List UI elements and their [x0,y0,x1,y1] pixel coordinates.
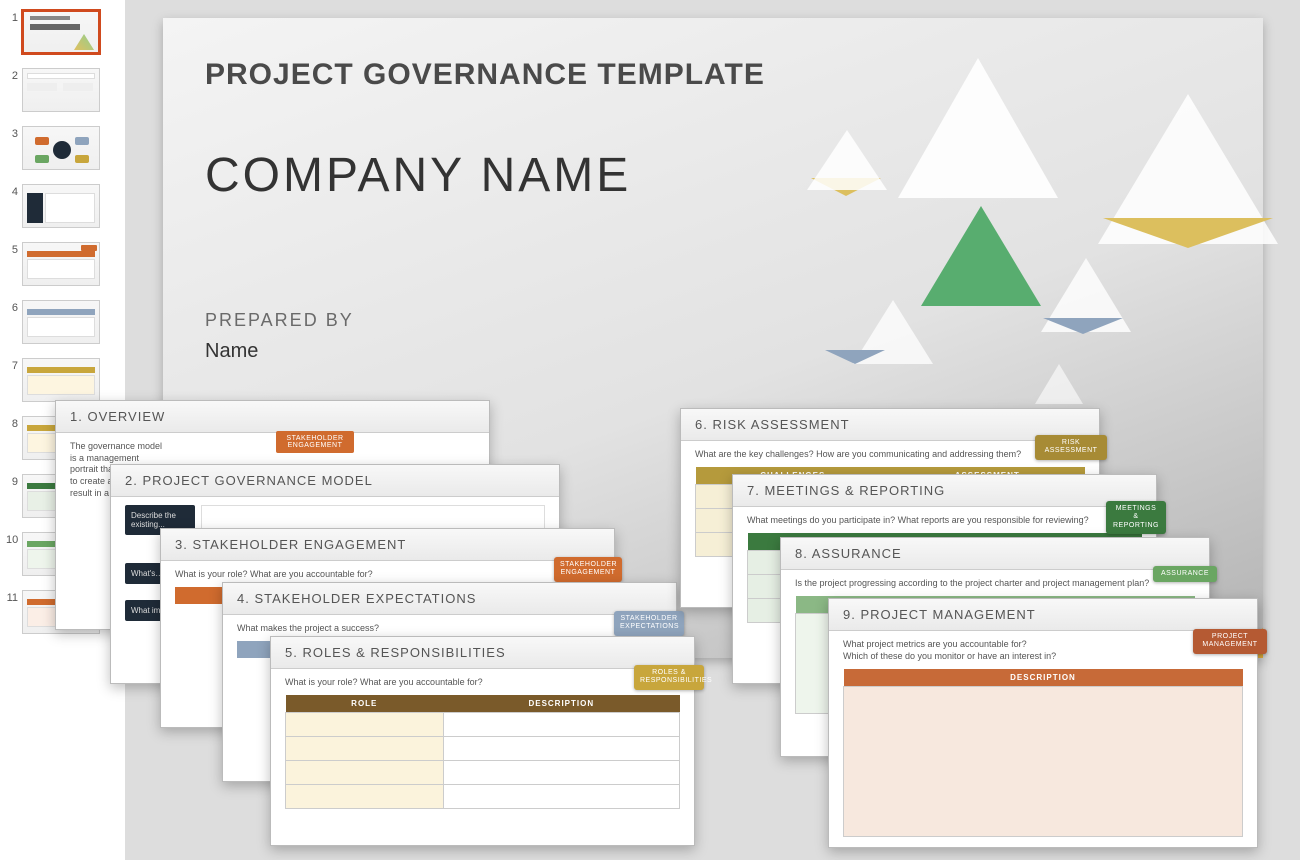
thumb-number: 6 [6,300,22,314]
card-title: 3. STAKEHOLDER ENGAGEMENT [161,529,614,561]
thumb-number: 2 [6,68,22,82]
diagram-box-engagement: STAKEHOLDER ENGAGEMENT [276,431,354,453]
thumbnail-item[interactable]: 3 [6,126,119,170]
thumb-preview[interactable] [22,10,100,54]
thumbnail-item[interactable]: 7 [6,358,119,402]
thumb-preview[interactable] [22,184,100,228]
col-desc: DESCRIPTION [443,695,679,713]
triangle-icon [898,58,1058,198]
triangle-icon [807,130,887,190]
thumbnail-item[interactable]: 4 [6,184,119,228]
thumb-preview[interactable] [22,126,100,170]
pm-table: DESCRIPTION [843,669,1243,837]
stakeholder-expectations-badge: STAKEHOLDER EXPECTATIONS [614,611,684,636]
risk-badge: RISK ASSESSMENT [1035,435,1107,460]
roles-badge: ROLES & RESPONSIBILITIES [634,665,704,690]
card-title: 8. ASSURANCE [781,538,1209,570]
triangle-icon [921,206,1041,306]
roles-card[interactable]: 5. ROLES & RESPONSIBILITIES What is your… [270,636,695,846]
card-title: 9. PROJECT MANAGEMENT [829,599,1257,631]
slide-title: PROJECT GOVERNANCE TEMPLATE [205,58,765,92]
card-subtitle: Which of these do you monitor or have an… [843,651,1243,661]
card-subtitle: What makes the project a success? [237,623,662,633]
stakeholder-engagement-badge: STAKEHOLDER ENGAGEMENT [554,557,622,582]
card-title: 7. MEETINGS & REPORTING [733,475,1156,507]
thumb-number: 10 [6,532,22,546]
triangle-icon [1035,364,1083,404]
author-name: Name [205,340,258,363]
meetings-badge: MEETINGS & REPORTING [1106,501,1166,534]
thumb-number: 5 [6,242,22,256]
card-subtitle: What is your role? What are you accounta… [175,569,600,579]
thumbnail-item[interactable]: 2 [6,68,119,112]
thumb-number: 7 [6,358,22,372]
card-subtitle: What are the key challenges? How are you… [695,449,1085,459]
pm-badge: PROJECT MANAGEMENT [1193,629,1267,654]
card-title: 1. OVERVIEW [56,401,489,433]
pm-card[interactable]: 9. PROJECT MANAGEMENT What project metri… [828,598,1258,848]
assurance-badge: ASSURANCE [1153,566,1217,582]
card-body: What is your role? What are you accounta… [271,669,694,823]
thumb-number: 1 [6,10,22,24]
thumb-number: 9 [6,474,22,488]
thumb-preview[interactable] [22,358,100,402]
thumb-preview[interactable] [22,68,100,112]
card-body: What project metrics are you accountable… [829,631,1257,851]
prepared-by-label: PREPARED BY [205,310,354,331]
card-title: 5. ROLES & RESPONSIBILITIES [271,637,694,669]
thumb-preview[interactable] [22,242,100,286]
triangle-icon [825,350,885,364]
roles-table: ROLEDESCRIPTION [285,695,680,809]
triangle-icon [1103,218,1273,248]
thumbnail-item[interactable]: 6 [6,300,119,344]
company-name: COMPANY NAME [205,148,631,203]
thumbnail-item[interactable]: 5 [6,242,119,286]
card-subtitle: What is your role? What are you accounta… [285,677,680,687]
thumbnail-item[interactable]: 1 [6,10,119,54]
thumb-number: 3 [6,126,22,140]
thumb-preview[interactable] [22,300,100,344]
triangle-icon [1043,318,1123,334]
col-desc: DESCRIPTION [844,669,1243,687]
thumb-number: 4 [6,184,22,198]
card-title: 2. PROJECT GOVERNANCE MODEL [111,465,559,497]
card-subtitle: What meetings do you participate in? Wha… [747,515,1142,525]
thumb-number: 11 [6,590,22,604]
thumb-number: 8 [6,416,22,430]
card-subtitle: Is the project progressing according to … [795,578,1195,588]
card-subtitle: What project metrics are you accountable… [843,639,1243,649]
card-title: 4. STAKEHOLDER EXPECTATIONS [223,583,676,615]
col-role: ROLE [286,695,444,713]
